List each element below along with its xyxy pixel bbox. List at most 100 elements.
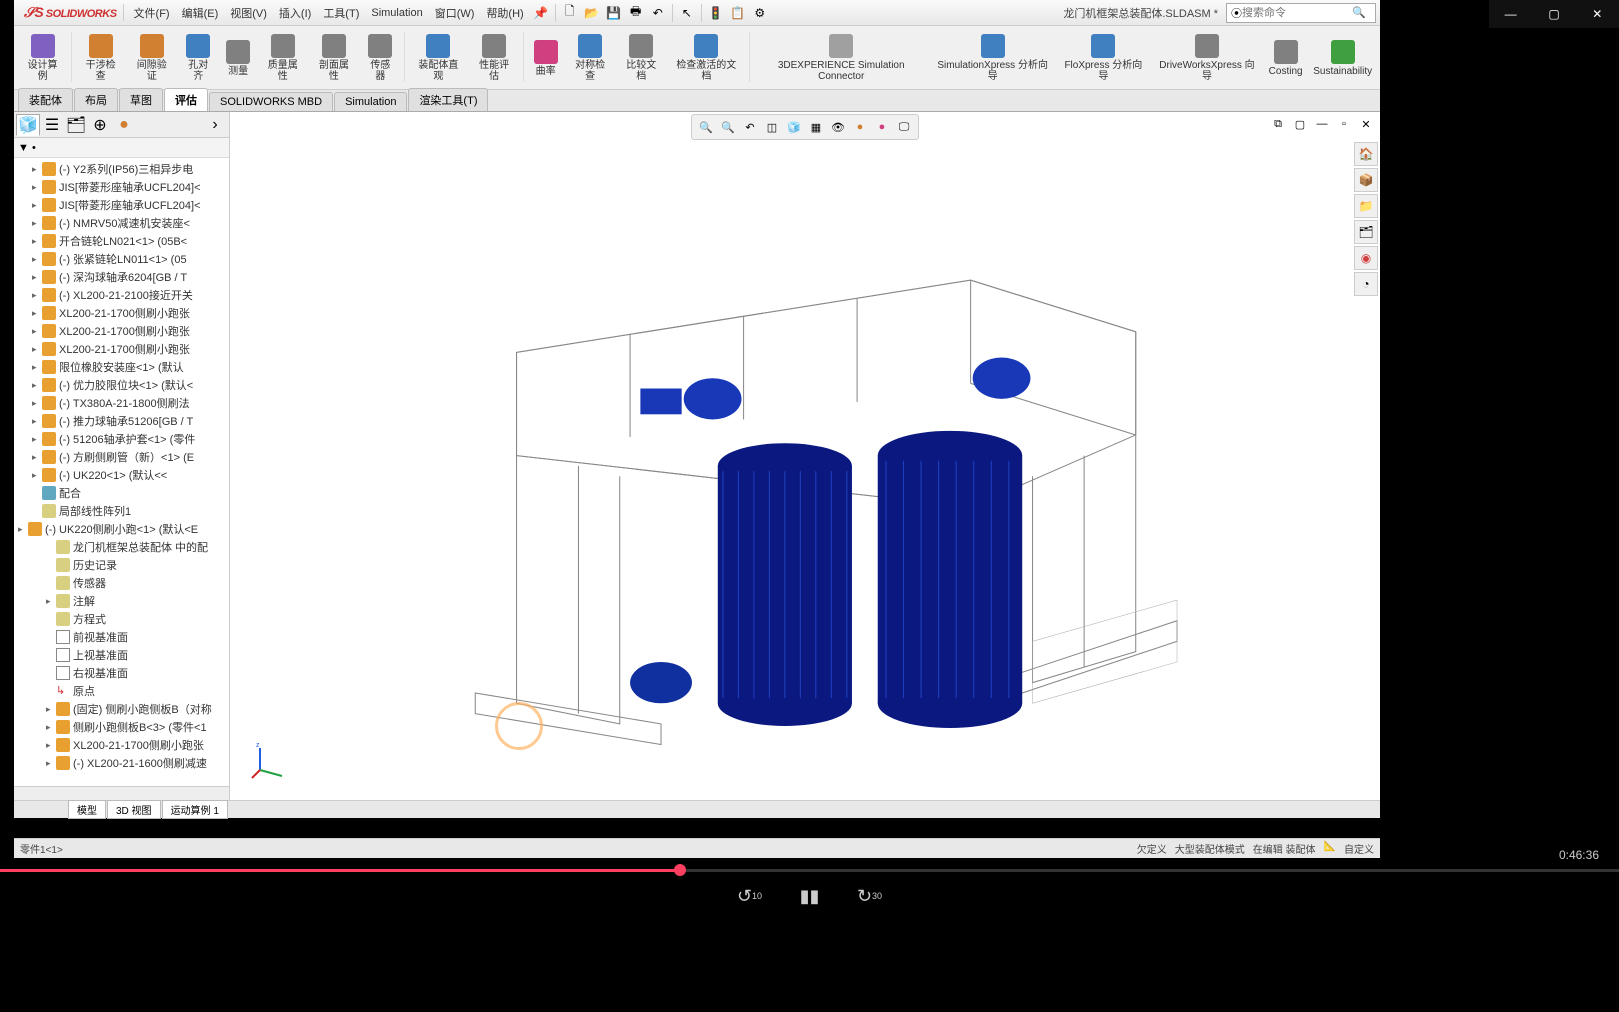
tree-item[interactable]: ▸(-) 深沟球轴承6204[GB / T xyxy=(14,268,229,286)
tree-item[interactable]: ↳原点 xyxy=(14,682,229,700)
tree-item[interactable]: ▸XL200-21-1700侧刷小跑张 xyxy=(14,340,229,358)
tree-item[interactable]: ▸JIS[带菱形座轴承UCFL204]< xyxy=(14,196,229,214)
expand-icon[interactable]: ▸ xyxy=(32,470,42,481)
expand-icon[interactable]: ▸ xyxy=(46,758,56,769)
tree-item[interactable]: 上视基准面 xyxy=(14,646,229,664)
expand-icon[interactable]: ▸ xyxy=(46,740,56,751)
expand-icon[interactable]: ▸ xyxy=(32,254,42,265)
tree-item[interactable]: 局部线性阵列1 xyxy=(14,502,229,520)
tree-item[interactable]: ▸(-) UK220<1> (默认<< xyxy=(14,466,229,484)
tree-item[interactable]: 方程式 xyxy=(14,610,229,628)
pin-icon[interactable]: 📌 xyxy=(532,4,550,22)
menu-tools[interactable]: 工具(T) xyxy=(317,5,365,21)
menu-insert[interactable]: 插入(I) xyxy=(273,5,317,21)
tree-item[interactable]: ▸(-) 51206轴承护套<1> (零件 xyxy=(14,430,229,448)
tree-item[interactable]: ▸XL200-21-1700侧刷小跑张 xyxy=(14,304,229,322)
orientation-triad[interactable]: z xyxy=(250,740,290,780)
tab-渲染工具(T)[interactable]: 渲染工具(T) xyxy=(408,88,488,111)
ribbon-[interactable]: 传感器 xyxy=(360,28,400,88)
tab-motion-study[interactable]: 运动算例 1 xyxy=(162,800,228,819)
expand-icon[interactable]: ▸ xyxy=(32,164,42,175)
tree-item[interactable]: ▸(-) XL200-21-2100接近开关 xyxy=(14,286,229,304)
tab-评估[interactable]: 评估 xyxy=(164,88,208,111)
window-close[interactable]: ✕ xyxy=(1576,0,1619,28)
tree-item[interactable]: 前视基准面 xyxy=(14,628,229,646)
display-tab[interactable]: ● xyxy=(112,114,136,136)
tree-item[interactable]: ▸限位橡胶安装座<1> (默认 xyxy=(14,358,229,376)
ribbon-sustainability[interactable]: Sustainability xyxy=(1309,28,1376,88)
tree-filter[interactable]: ▼ • xyxy=(14,138,229,158)
ribbon-simulationxpress[interactable]: SimulationXpress 分析向导 xyxy=(931,28,1055,88)
window-minimize[interactable]: — xyxy=(1489,0,1532,28)
tab-Simulation[interactable]: Simulation xyxy=(334,92,407,111)
expand-icon[interactable]: ▸ xyxy=(32,452,42,463)
dimxpert-tab[interactable]: ⊕ xyxy=(88,114,112,136)
expand-icon[interactable]: ▸ xyxy=(32,416,42,427)
tab-3dview[interactable]: 3D 视图 xyxy=(107,800,161,819)
tree-item[interactable]: ▸JIS[带菱形座轴承UCFL204]< xyxy=(14,178,229,196)
ribbon-[interactable]: 性能评估 xyxy=(470,28,519,88)
tree-item[interactable]: 右视基准面 xyxy=(14,664,229,682)
tab-model[interactable]: 模型 xyxy=(68,800,106,819)
ribbon-[interactable]: 干涉检查 xyxy=(76,28,125,88)
expand-icon[interactable]: ▸ xyxy=(46,596,56,607)
tree-item[interactable]: 龙门机框架总装配体 中的配 xyxy=(14,538,229,556)
menu-window[interactable]: 窗口(W) xyxy=(429,5,481,21)
ribbon-3dexperiencesimulationconnector[interactable]: 3DEXPERIENCE Simulation Connector xyxy=(754,28,929,88)
command-search[interactable]: ⦿ 🔍 xyxy=(1226,3,1376,23)
ribbon-costing[interactable]: Costing xyxy=(1264,28,1307,88)
ribbon-[interactable]: 设计算例 xyxy=(18,28,67,88)
tree-item[interactable]: ▸(-) 优力胶限位块<1> (默认< xyxy=(14,376,229,394)
open-icon[interactable]: 📂 xyxy=(583,4,601,22)
panel-expand-icon[interactable]: › xyxy=(203,114,227,136)
ribbon-floxpress[interactable]: FloXpress 分析向导 xyxy=(1057,28,1150,88)
tab-布局[interactable]: 布局 xyxy=(74,88,118,111)
tree-item[interactable]: ▸(-) NMRV50减速机安装座< xyxy=(14,214,229,232)
print-icon[interactable]: 🖶 xyxy=(627,4,645,22)
menu-view[interactable]: 视图(V) xyxy=(224,5,273,21)
ribbon-[interactable]: 装配体直观 xyxy=(409,28,467,88)
undo-icon[interactable]: ↶ xyxy=(649,4,667,22)
progress-knob[interactable] xyxy=(674,864,686,876)
menu-edit[interactable]: 编辑(E) xyxy=(176,5,225,21)
tree-item[interactable]: ▸XL200-21-1700侧刷小跑张 xyxy=(14,736,229,754)
ribbon-[interactable]: 测量 xyxy=(220,28,256,88)
tree-item[interactable]: ▸注解 xyxy=(14,592,229,610)
menu-simulation[interactable]: Simulation xyxy=(365,7,428,19)
expand-icon[interactable]: ▸ xyxy=(32,200,42,211)
tree-item[interactable]: ▸(-) 方刷侧刷管（新）<1> (E xyxy=(14,448,229,466)
property-tab[interactable]: ☰ xyxy=(40,114,64,136)
expand-icon[interactable]: ▸ xyxy=(46,704,56,715)
menu-file[interactable]: 文件(F) xyxy=(128,5,176,21)
expand-icon[interactable]: ▸ xyxy=(32,326,42,337)
expand-icon[interactable]: ▸ xyxy=(46,722,56,733)
ribbon-[interactable]: 间隙验证 xyxy=(127,28,176,88)
expand-icon[interactable]: ▸ xyxy=(32,380,42,391)
expand-icon[interactable]: ▸ xyxy=(32,182,42,193)
window-maximize[interactable]: ▢ xyxy=(1532,0,1575,28)
new-icon[interactable]: 🗋 xyxy=(561,4,579,22)
menu-help[interactable]: 帮助(H) xyxy=(480,5,529,21)
ribbon-driveworksxpress[interactable]: DriveWorksXpress 向导 xyxy=(1152,28,1262,88)
ribbon-[interactable]: 检查激活的文档 xyxy=(668,28,745,88)
feature-tree-tab[interactable]: 🧊 xyxy=(16,114,40,136)
ribbon-[interactable]: 对称检查 xyxy=(566,28,615,88)
expand-icon[interactable]: ▸ xyxy=(32,434,42,445)
config-tab[interactable]: 🗂 xyxy=(64,114,88,136)
ribbon-[interactable]: 质量属性 xyxy=(258,28,307,88)
tree-item[interactable]: 传感器 xyxy=(14,574,229,592)
ribbon-[interactable]: 孔对齐 xyxy=(178,28,218,88)
tree-item[interactable]: ▸(-) Y2系列(IP56)三相异步电 xyxy=(14,160,229,178)
status-units-icon[interactable]: 📐 xyxy=(1324,841,1336,856)
expand-icon[interactable]: ▸ xyxy=(32,398,42,409)
expand-icon[interactable]: ▸ xyxy=(32,236,42,247)
forward-button[interactable]: ↻30 xyxy=(854,880,886,912)
select-icon[interactable]: ↖ xyxy=(678,4,696,22)
tree-item[interactable]: ▸(-) UK220侧刷小跑<1> (默认<E xyxy=(14,520,229,538)
tree-item[interactable]: ▸(-) TX380A-21-1800侧刷法 xyxy=(14,394,229,412)
tree-item[interactable]: ▸(-) XL200-21-1600侧刷减速 xyxy=(14,754,229,772)
expand-icon[interactable]: ▸ xyxy=(18,524,28,535)
play-pause-button[interactable]: ▮▮ xyxy=(794,880,826,912)
save-icon[interactable]: 💾 xyxy=(605,4,623,22)
tree-item[interactable]: ▸开合链轮LN021<1> (05B< xyxy=(14,232,229,250)
